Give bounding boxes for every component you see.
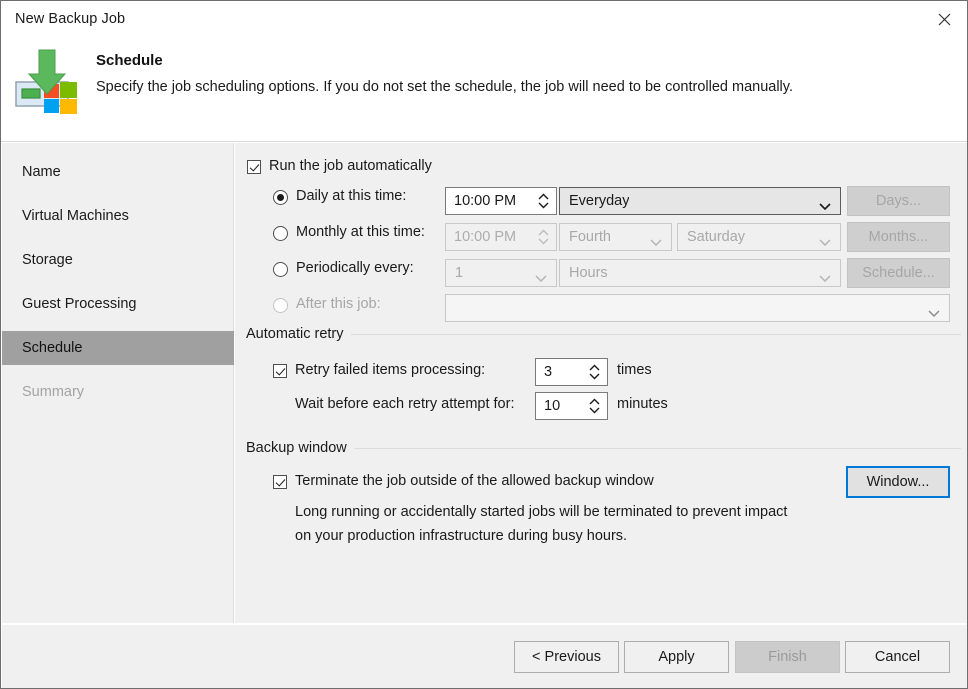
section-divider xyxy=(350,333,961,335)
after-this-job-radio xyxy=(273,298,288,313)
sidebar-item-label: Name xyxy=(22,164,61,180)
window-button[interactable]: Window... xyxy=(846,466,950,498)
close-button[interactable] xyxy=(921,1,967,37)
spinner-icon[interactable] xyxy=(588,362,601,382)
previous-button[interactable]: < Previous xyxy=(514,641,619,673)
periodically-count-select: 1 xyxy=(445,259,557,287)
chevron-down-icon xyxy=(928,304,940,318)
schedule-form: Run the job automatically Daily at this … xyxy=(235,143,967,623)
retry-failed-items-label: Retry failed items processing: xyxy=(295,362,486,378)
spinner-icon xyxy=(537,227,550,247)
backup-job-schedule-icon xyxy=(14,46,86,118)
finish-button: Finish xyxy=(735,641,840,673)
chevron-down-icon xyxy=(819,197,831,211)
close-icon xyxy=(938,13,950,25)
wait-minutes-value: 10 xyxy=(544,398,561,414)
retry-times-suffix-label: times xyxy=(617,362,652,378)
terminate-job-checkbox[interactable] xyxy=(273,475,287,489)
chevron-down-icon xyxy=(535,269,547,283)
sidebar-item-label: Guest Processing xyxy=(22,296,137,312)
dialog-footer: < Previous Apply Finish Cancel xyxy=(2,624,967,688)
section-divider xyxy=(353,447,961,449)
wait-minutes-suffix-label: minutes xyxy=(617,396,668,412)
periodically-unit-select: Hours xyxy=(559,259,841,287)
chevron-down-icon xyxy=(650,233,662,247)
retry-times-input[interactable]: 3 xyxy=(535,358,608,386)
monthly-radio[interactable] xyxy=(273,226,288,241)
daily-label: Daily at this time: xyxy=(296,188,407,204)
daily-time-value: 10:00 PM xyxy=(454,193,517,209)
automatic-retry-section-label: Automatic retry xyxy=(246,326,344,342)
periodically-label: Periodically every: xyxy=(296,260,414,276)
after-this-job-select xyxy=(445,294,950,322)
sidebar-item-name[interactable]: Name xyxy=(2,155,234,189)
retry-failed-items-checkbox[interactable] xyxy=(273,364,287,378)
title-bar: New Backup Job xyxy=(1,1,967,38)
wait-before-retry-label: Wait before each retry attempt for: xyxy=(295,396,515,412)
backup-window-section-header: Backup window xyxy=(246,440,961,456)
daily-period-select[interactable]: Everyday xyxy=(559,187,841,215)
chevron-down-icon xyxy=(819,269,831,283)
months-button: Months... xyxy=(847,222,950,252)
monthly-ordinal-value: Fourth xyxy=(569,229,611,245)
daily-time-input[interactable]: 10:00 PM xyxy=(445,187,557,215)
sidebar-item-schedule[interactable]: Schedule xyxy=(2,331,234,365)
new-backup-job-dialog: New Backup Job Schedule Specify the job … xyxy=(0,0,968,689)
page-title: Schedule xyxy=(96,52,163,69)
page-description: Specify the job scheduling options. If y… xyxy=(96,79,793,95)
backup-window-section-label: Backup window xyxy=(246,440,347,456)
monthly-ordinal-select: Fourth xyxy=(559,223,672,251)
cancel-button[interactable]: Cancel xyxy=(845,641,950,673)
daily-radio[interactable] xyxy=(273,190,288,205)
days-button: Days... xyxy=(847,186,950,216)
run-automatically-label: Run the job automatically xyxy=(269,158,432,174)
spinner-icon[interactable] xyxy=(537,191,550,211)
apply-button[interactable]: Apply xyxy=(624,641,729,673)
periodically-radio[interactable] xyxy=(273,262,288,277)
retry-times-value: 3 xyxy=(544,364,553,380)
terminate-job-label: Terminate the job outside of the allowed… xyxy=(295,473,654,489)
automatic-retry-section-header: Automatic retry xyxy=(246,326,961,342)
sidebar-item-guest-processing[interactable]: Guest Processing xyxy=(2,287,234,321)
sidebar-item-label: Schedule xyxy=(22,340,83,356)
sidebar-item-virtual-machines[interactable]: Virtual Machines xyxy=(2,199,234,233)
sidebar-item-label: Virtual Machines xyxy=(22,208,129,224)
schedule-button: Schedule... xyxy=(847,258,950,288)
dialog-header: Schedule Specify the job scheduling opti… xyxy=(1,38,967,142)
sidebar-item-label: Summary xyxy=(22,384,85,400)
after-this-job-label: After this job: xyxy=(296,296,381,312)
sidebar-item-storage[interactable]: Storage xyxy=(2,243,234,277)
monthly-weekday-select: Saturday xyxy=(677,223,841,251)
spinner-icon[interactable] xyxy=(588,396,601,416)
sidebar-item-label: Storage xyxy=(22,252,73,268)
backup-window-description-line2: on your production infrastructure during… xyxy=(295,528,628,544)
daily-period-value: Everyday xyxy=(569,193,630,209)
monthly-label: Monthly at this time: xyxy=(296,224,425,240)
run-automatically-checkbox[interactable] xyxy=(247,160,261,174)
periodically-unit-value: Hours xyxy=(569,265,608,281)
wizard-step-list: Name Virtual Machines Storage Guest Proc… xyxy=(2,143,234,623)
wait-minutes-input[interactable]: 10 xyxy=(535,392,608,420)
window-title: New Backup Job xyxy=(15,11,126,27)
backup-window-description-line1: Long running or accidentally started job… xyxy=(295,504,788,520)
monthly-weekday-value: Saturday xyxy=(687,229,746,245)
monthly-time-value: 10:00 PM xyxy=(454,229,517,245)
monthly-time-input: 10:00 PM xyxy=(445,223,557,251)
periodically-count-value: 1 xyxy=(455,265,464,281)
sidebar-item-summary: Summary xyxy=(2,375,234,409)
chevron-down-icon xyxy=(819,233,831,247)
